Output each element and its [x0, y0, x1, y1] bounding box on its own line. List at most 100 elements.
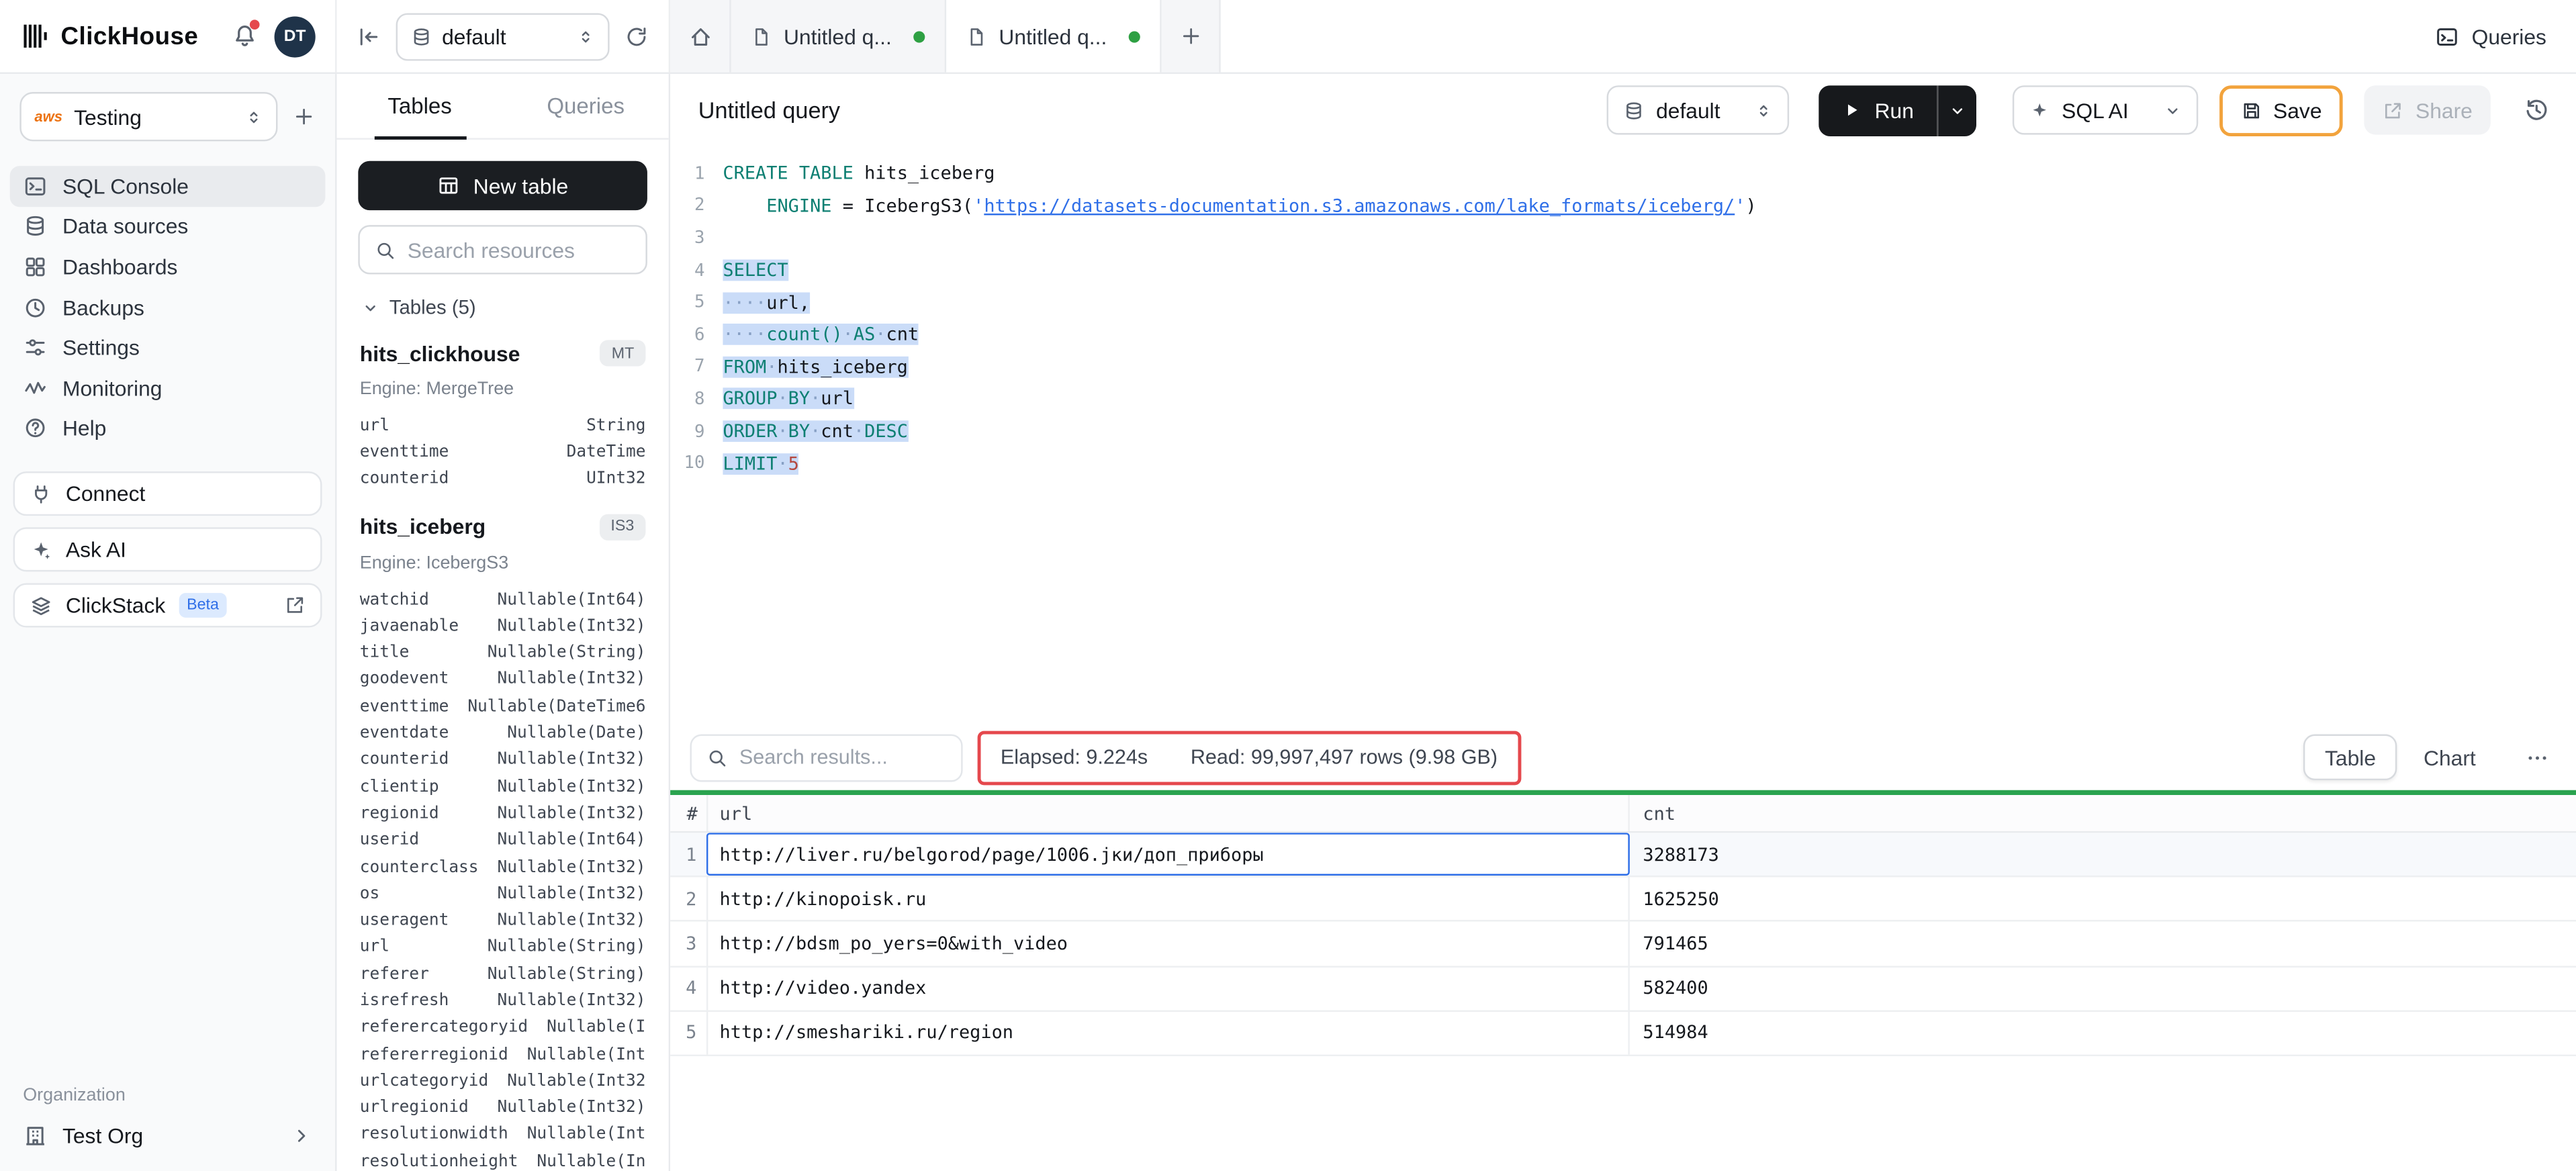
- view-table-button[interactable]: Table: [2303, 735, 2397, 781]
- code-text[interactable]: FROM·hits_iceberg: [723, 357, 907, 378]
- sidebar-item-label: Settings: [62, 335, 140, 360]
- code-token: ·: [875, 324, 886, 346]
- query-tab-1[interactable]: Untitled q...: [731, 0, 946, 73]
- code-text[interactable]: LIMIT·5: [723, 453, 798, 474]
- clickstack-button[interactable]: ClickStack Beta: [13, 583, 322, 628]
- workspace-selector[interactable]: aws Testing: [19, 92, 277, 141]
- code-token: BY: [788, 388, 810, 410]
- column-type: Nullable(Date): [507, 724, 645, 743]
- run-button-label: Run: [1875, 98, 1914, 123]
- column-row: refererregionidNullable(Int: [360, 1041, 646, 1068]
- table-row[interactable]: 1http://liver.ru/belgorod/page/1006.jки/…: [670, 833, 2576, 878]
- cnt-cell[interactable]: 1625250: [1630, 888, 2576, 910]
- cnt-cell[interactable]: 582400: [1630, 978, 2576, 999]
- code-token: ·: [777, 453, 788, 474]
- column-header-cnt[interactable]: cnt: [1630, 802, 2576, 824]
- resource-search-input[interactable]: [408, 238, 631, 263]
- url-cell[interactable]: http://bdsm_po_yers=0&with_video: [706, 922, 1630, 965]
- column-type: Nullable(Int32): [498, 805, 646, 823]
- sidebar-item-label: Monitoring: [62, 376, 163, 401]
- chevron-down-icon: [361, 298, 379, 316]
- query-tab-2[interactable]: Untitled q...: [946, 0, 1161, 73]
- connect-button[interactable]: Connect: [13, 472, 322, 516]
- tab-queries[interactable]: Queries: [503, 74, 669, 138]
- chevron-right-icon: [291, 1125, 312, 1147]
- run-database-selector[interactable]: default: [1607, 85, 1790, 134]
- code-text[interactable]: ····count()·AS·cnt: [723, 324, 919, 346]
- view-chart-button[interactable]: Chart: [2402, 735, 2497, 781]
- table-engine: Engine: IcebergS3: [360, 553, 646, 573]
- code-text[interactable]: ORDER·BY·cnt·DESC: [723, 420, 908, 442]
- column-header-url[interactable]: url: [706, 795, 1630, 831]
- database-selector[interactable]: default: [396, 12, 610, 60]
- code-token: ': [973, 195, 984, 217]
- url-cell[interactable]: http://video.yandex: [706, 967, 1630, 1010]
- new-table-button[interactable]: New table: [358, 161, 647, 210]
- cnt-cell[interactable]: 791465: [1630, 933, 2576, 954]
- refresh-icon[interactable]: [625, 24, 649, 48]
- clickstack-icon: [30, 594, 52, 617]
- ask-ai-button[interactable]: Ask AI: [13, 528, 322, 572]
- query-title[interactable]: Untitled query: [698, 97, 840, 123]
- code-token: ): [1745, 195, 1756, 217]
- organization-name: Test Org: [62, 1123, 143, 1148]
- code-token: ····: [723, 324, 766, 346]
- results-search-input[interactable]: [739, 746, 946, 769]
- share-button[interactable]: Share: [2364, 85, 2491, 134]
- table-card-header[interactable]: hits_clickhouse MT: [360, 340, 646, 366]
- tables-section-toggle[interactable]: Tables (5): [337, 289, 669, 332]
- column-name: referer: [360, 966, 429, 984]
- history-button[interactable]: [2524, 97, 2550, 123]
- table-row[interactable]: 2http://kinopoisk.ru1625250: [670, 878, 2576, 923]
- code-text[interactable]: ····url,: [723, 292, 810, 314]
- sidebar-bottom: Organization Test Org: [0, 1086, 335, 1148]
- sql-editor[interactable]: 1CREATE TABLE hits_iceberg2 ENGINE = Ice…: [670, 146, 2576, 724]
- url-cell[interactable]: http://kinopoisk.ru: [706, 878, 1630, 921]
- notifications-button[interactable]: [232, 23, 258, 49]
- add-workspace-button[interactable]: [292, 105, 315, 128]
- sidebar-item-dashboards[interactable]: Dashboards: [0, 246, 335, 287]
- save-button[interactable]: Save: [2219, 85, 2343, 136]
- sidebar-item-monitoring[interactable]: Monitoring: [0, 368, 335, 408]
- chevron-down-icon: [2163, 101, 2181, 119]
- home-icon: [688, 24, 712, 48]
- sql-ai-selector[interactable]: SQL AI: [2013, 85, 2198, 134]
- table-row[interactable]: 5http://smeshariki.ru/region514984: [670, 1011, 2576, 1056]
- column-type: Nullable(Int64): [498, 591, 646, 609]
- column-type: UInt32: [586, 470, 645, 488]
- table-card-hits-clickhouse: hits_clickhouse MT Engine: MergeTree url…: [337, 332, 669, 506]
- table-row[interactable]: 3http://bdsm_po_yers=0&with_video791465: [670, 922, 2576, 967]
- url-cell[interactable]: http://liver.ru/belgorod/page/1006.jки/д…: [706, 833, 1630, 876]
- code-text[interactable]: GROUP·BY·url: [723, 388, 853, 410]
- run-options-button[interactable]: [1937, 85, 1976, 136]
- sidebar-item-sql-console[interactable]: SQL Console: [10, 166, 326, 206]
- sidebar-item-data-sources[interactable]: Data sources: [0, 206, 335, 246]
- cnt-cell[interactable]: 3288173: [1630, 843, 2576, 865]
- code-text[interactable]: SELECT: [723, 260, 788, 281]
- table-card-header[interactable]: hits_iceberg IS3: [360, 514, 646, 540]
- table-row[interactable]: 4http://video.yandex582400: [670, 967, 2576, 1012]
- organization-selector[interactable]: Test Org: [23, 1123, 312, 1148]
- new-tab-button[interactable]: [1162, 0, 1220, 73]
- column-row: resolutionwidthNullable(Int: [360, 1121, 646, 1148]
- home-tab-button[interactable]: [670, 0, 731, 73]
- run-button[interactable]: Run: [1819, 85, 1937, 136]
- organization-section-label: Organization: [23, 1086, 312, 1105]
- cnt-cell[interactable]: 514984: [1630, 1023, 2576, 1044]
- url-cell[interactable]: http://smeshariki.ru/region: [706, 1011, 1630, 1054]
- sidebar-item-help[interactable]: Help: [0, 408, 335, 449]
- sidebar-item-settings[interactable]: Settings: [0, 328, 335, 368]
- share-button-label: Share: [2416, 98, 2473, 123]
- more-options-icon[interactable]: [2525, 745, 2550, 769]
- code-text[interactable]: ENGINE = IcebergS3('https://datasets-doc…: [723, 195, 1756, 217]
- code-line: 4SELECT: [670, 254, 2576, 287]
- code-text[interactable]: CREATE TABLE hits_iceberg: [723, 163, 995, 185]
- avatar[interactable]: DT: [275, 15, 316, 56]
- code-token: ····: [723, 292, 766, 314]
- queries-button[interactable]: Queries: [2436, 0, 2576, 73]
- collapse-sidebar-icon[interactable]: [357, 24, 381, 48]
- sidebar-item-label: Help: [62, 416, 106, 441]
- unsaved-dot: [913, 30, 925, 42]
- sidebar-item-backups[interactable]: Backups: [0, 287, 335, 328]
- tab-tables[interactable]: Tables: [337, 74, 503, 138]
